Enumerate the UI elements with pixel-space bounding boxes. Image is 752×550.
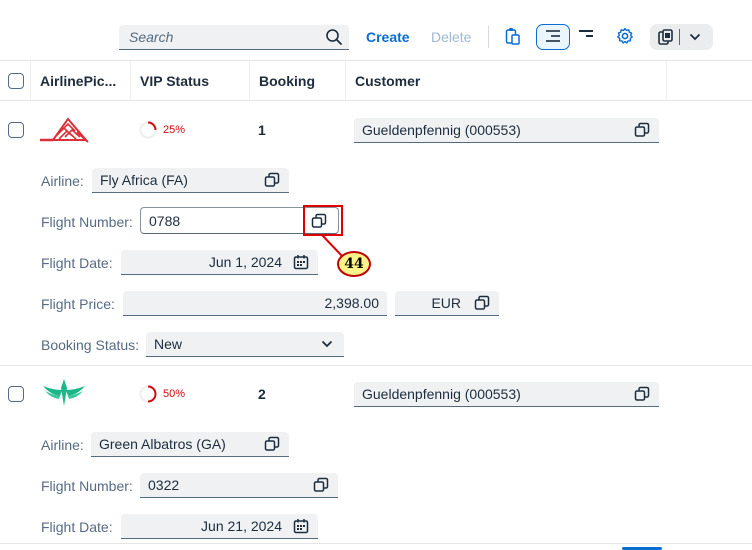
airline-label: Airline: bbox=[41, 173, 84, 189]
value-help-icon[interactable] bbox=[633, 121, 651, 139]
flight-number-label: Flight Number: bbox=[41, 214, 133, 230]
toolbar-separator bbox=[488, 26, 489, 48]
flight-price-label: Flight Price: bbox=[41, 296, 115, 312]
flight-number-field: 0322 bbox=[140, 473, 338, 498]
flight-date-field: Jun 21, 2024 bbox=[121, 514, 318, 539]
flight-date-value: Jun 1, 2024 bbox=[208, 254, 282, 270]
select-all-cell bbox=[0, 61, 31, 101]
show-details-button[interactable] bbox=[536, 24, 570, 50]
customer-value: Gueldenpfennig (000553) bbox=[362, 386, 521, 402]
flight-number-label: Flight Number: bbox=[41, 478, 133, 494]
currency-field: EUR bbox=[395, 291, 499, 316]
customer-field: Gueldenpfennig (000553) bbox=[354, 382, 659, 407]
customer-value: Gueldenpfennig (000553) bbox=[362, 122, 521, 138]
vip-status: 25% bbox=[139, 121, 185, 139]
airline-label: Airline: bbox=[41, 437, 84, 453]
header-vip-status[interactable]: VIP Status bbox=[131, 61, 250, 101]
paste-button[interactable] bbox=[503, 27, 523, 47]
value-help-icon[interactable] bbox=[633, 385, 651, 403]
flight-price-value: 2,398.00 bbox=[324, 295, 380, 311]
flight-number-value: 0788 bbox=[149, 212, 181, 229]
airline-value: Fly Africa (FA) bbox=[100, 172, 188, 188]
value-help-icon[interactable] bbox=[263, 171, 281, 189]
header-booking[interactable]: Booking bbox=[250, 61, 346, 101]
export-menu-divider bbox=[679, 29, 680, 45]
airline-logo bbox=[41, 376, 87, 413]
booking-status-select[interactable]: New bbox=[146, 332, 344, 357]
row-checkbox[interactable] bbox=[8, 122, 24, 138]
currency-value: EUR bbox=[431, 295, 461, 311]
airline-field: Green Albatros (GA) bbox=[91, 432, 289, 457]
paste-icon bbox=[505, 27, 521, 48]
value-help-icon[interactable] bbox=[312, 476, 330, 494]
export-icon[interactable] bbox=[657, 28, 675, 46]
airline-value: Green Albatros (GA) bbox=[99, 436, 226, 452]
booking-number: 2 bbox=[258, 386, 266, 402]
vip-percent: 25% bbox=[163, 124, 186, 136]
calendar-icon[interactable] bbox=[292, 253, 310, 271]
booking-status-value: New bbox=[154, 336, 183, 352]
airline-logo bbox=[40, 115, 90, 146]
calendar-icon[interactable] bbox=[292, 517, 310, 535]
table-header-row: AirlinePic... VIP Status Booking Custome… bbox=[0, 60, 752, 101]
search-input[interactable] bbox=[119, 25, 319, 49]
vip-progress-icon bbox=[139, 385, 157, 403]
settings-icon bbox=[616, 27, 634, 48]
hide-details-icon bbox=[577, 28, 595, 45]
search-field[interactable] bbox=[119, 25, 349, 50]
booking-number: 1 bbox=[258, 122, 266, 138]
footer-separator bbox=[0, 543, 752, 544]
vip-status: 50% bbox=[139, 385, 185, 403]
booking-status-label: Booking Status: bbox=[41, 337, 140, 353]
airline-field: Fly Africa (FA) bbox=[92, 168, 289, 193]
row-separator bbox=[0, 365, 752, 366]
flight-date-label: Flight Date: bbox=[41, 519, 113, 535]
search-icon[interactable] bbox=[325, 28, 343, 46]
create-button[interactable]: Create bbox=[366, 29, 410, 45]
annotation-badge: 44 bbox=[337, 251, 371, 277]
header-airline-picture[interactable]: AirlinePic... bbox=[31, 61, 131, 101]
chevron-down-icon[interactable] bbox=[689, 33, 701, 41]
chevron-down-icon[interactable] bbox=[318, 335, 336, 353]
flight-price-field: 2,398.00 bbox=[123, 291, 387, 316]
delete-button[interactable]: Delete bbox=[431, 29, 471, 45]
header-customer[interactable]: Customer bbox=[346, 61, 667, 101]
flight-date-label: Flight Date: bbox=[41, 255, 113, 271]
annotation-highlight-box bbox=[303, 205, 343, 236]
row-checkbox[interactable] bbox=[8, 386, 24, 402]
hide-details-button[interactable] bbox=[576, 26, 596, 46]
export-menu-button[interactable] bbox=[650, 24, 713, 50]
show-details-icon bbox=[544, 29, 562, 46]
flight-number-value: 0322 bbox=[148, 477, 180, 493]
vip-progress-icon bbox=[139, 121, 157, 139]
settings-button[interactable] bbox=[615, 27, 635, 47]
customer-field: Gueldenpfennig (000553) bbox=[354, 118, 659, 143]
vip-percent: 50% bbox=[163, 388, 186, 400]
value-help-icon[interactable] bbox=[263, 435, 281, 453]
select-all-checkbox[interactable] bbox=[8, 73, 24, 89]
value-help-icon[interactable] bbox=[473, 294, 491, 312]
flight-date-value: Jun 21, 2024 bbox=[201, 518, 282, 534]
flight-date-field: Jun 1, 2024 bbox=[121, 250, 318, 275]
